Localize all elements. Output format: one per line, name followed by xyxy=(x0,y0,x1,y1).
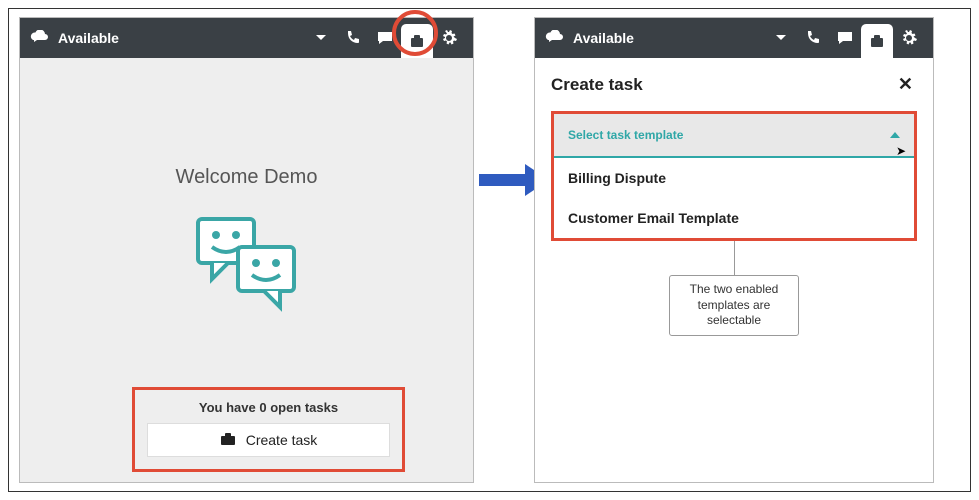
template-option[interactable]: Billing Dispute xyxy=(554,158,914,198)
topbar-left: Available xyxy=(20,18,473,58)
open-tasks-text: You have 0 open tasks xyxy=(147,400,390,415)
agent-panel-create-task: Available xyxy=(534,17,934,483)
chat-icon[interactable] xyxy=(829,18,861,58)
cloud-chat-icon xyxy=(545,30,565,46)
create-task-heading: Create task xyxy=(551,75,643,95)
home-body: Welcome Demo xyxy=(20,58,473,482)
callout: The two enabled templates are selectable xyxy=(551,241,917,336)
cursor-icon: ➤ xyxy=(896,144,906,158)
status-dropdown[interactable] xyxy=(305,18,337,58)
open-tasks-box: You have 0 open tasks Create task xyxy=(132,387,405,472)
chat-icon[interactable] xyxy=(369,18,401,58)
agent-panel-home: Available W xyxy=(19,17,474,483)
template-select[interactable]: Select task template ➤ xyxy=(554,114,914,158)
create-task-button[interactable]: Create task xyxy=(147,423,390,457)
template-option[interactable]: Customer Email Template xyxy=(554,198,914,238)
settings-icon[interactable] xyxy=(893,18,925,58)
callout-text: The two enabled templates are selectable xyxy=(669,275,799,336)
create-task-body: Create task ✕ Select task template ➤ Bil… xyxy=(535,58,933,482)
caret-up-icon xyxy=(890,132,900,138)
task-tab-icon[interactable] xyxy=(861,24,893,58)
task-tab-icon[interactable] xyxy=(401,24,433,58)
cloud-chat-icon xyxy=(30,30,50,46)
phone-icon[interactable] xyxy=(337,18,369,58)
create-task-label: Create task xyxy=(246,432,318,448)
status-label: Available xyxy=(573,30,634,46)
briefcase-icon xyxy=(220,432,236,449)
status-dropdown[interactable] xyxy=(765,18,797,58)
chat-bubbles-icon xyxy=(192,213,302,318)
template-placeholder: Select task template xyxy=(568,128,683,142)
welcome-title: Welcome Demo xyxy=(176,166,318,189)
template-dropdown-highlight: Select task template ➤ Billing Dispute C… xyxy=(551,111,917,241)
topbar-right: Available xyxy=(535,18,933,58)
status-label: Available xyxy=(58,30,119,46)
phone-icon[interactable] xyxy=(797,18,829,58)
close-icon[interactable]: ✕ xyxy=(894,70,917,99)
settings-icon[interactable] xyxy=(433,18,465,58)
